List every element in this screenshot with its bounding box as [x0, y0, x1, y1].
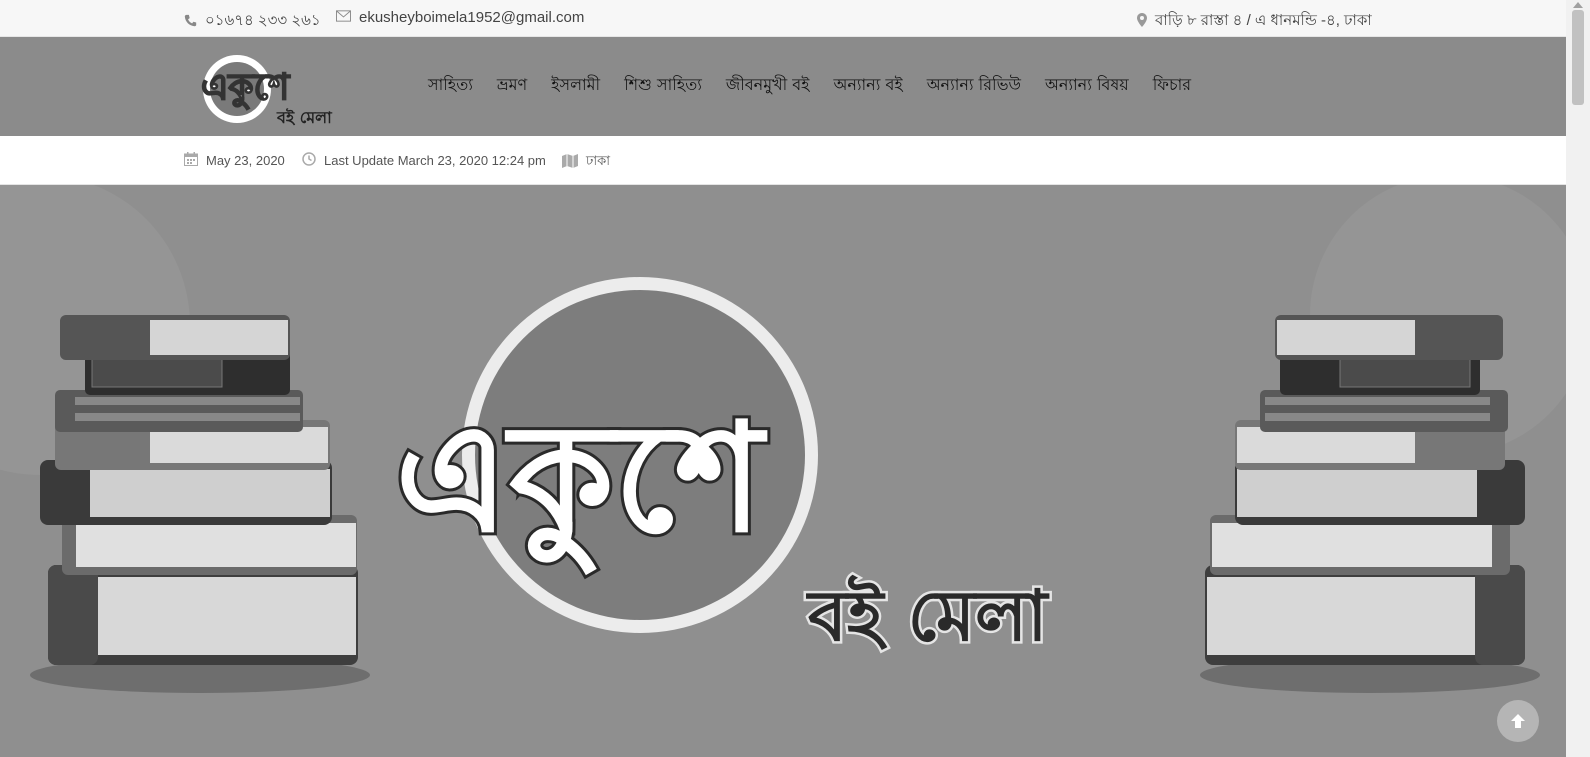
email-contact[interactable]: ekusheyboimela1952@gmail.com	[336, 9, 584, 26]
browser-scrollbar[interactable]	[1566, 0, 1590, 757]
arrow-up-icon	[1511, 714, 1525, 728]
menu-item-children-literature[interactable]: শিশু সাহিত্য	[624, 73, 702, 97]
last-update-text: Last Update March 23, 2020 12:24 pm	[324, 153, 546, 168]
menu-item-other-reviews[interactable]: অন্যান্য রিভিউ	[927, 73, 1021, 97]
menu-item-literature[interactable]: সাহিত্য	[428, 73, 473, 97]
menu-item-life-books[interactable]: জীবনমুখী বই	[726, 73, 810, 97]
hero-title-line2: বই মেলা	[806, 574, 1050, 657]
hero-logo: একুশে বই মেলা	[392, 277, 1053, 660]
envelope-icon	[336, 10, 351, 25]
location-text: ঢাকা	[586, 153, 610, 168]
site-logo[interactable]: একুশে বই মেলা	[195, 47, 365, 127]
last-update: Last Update March 23, 2020 12:24 pm	[302, 152, 546, 169]
address-contact: বাড়ি ৮ রাস্তা ৪ / এ ধানমন্ডি -৪, ঢাকা	[1137, 9, 1372, 34]
menu-item-other-topics[interactable]: অন্যান্য বিষয়	[1045, 73, 1129, 97]
email-address: ekusheyboimela1952@gmail.com	[359, 9, 585, 26]
date-text: May 23, 2020	[206, 153, 285, 168]
phone-icon	[184, 14, 197, 30]
logo-line2: বই মেলা	[276, 108, 333, 127]
clock-icon	[302, 152, 316, 169]
phone-number: ০১৬৭৪ ২৩৩ ২৬১	[205, 12, 321, 29]
logo-line1: একুশে	[201, 67, 291, 110]
menu-item-islamic[interactable]: ইসলামী	[551, 73, 600, 97]
scroll-up-arrow-icon[interactable]	[1573, 2, 1583, 8]
top-contact-bar: ০১৬৭৪ ২৩৩ ২৬১ ekusheyboimela1952@gmail.c…	[0, 0, 1566, 37]
post-meta-bar: May 23, 2020 Last Update March 23, 2020 …	[0, 136, 1566, 185]
main-menu: সাহিত্য ভ্রমণ ইসলামী শিশু সাহিত্য জীবনমু…	[428, 73, 1215, 97]
menu-item-other-books[interactable]: অন্যান্য বই	[833, 73, 902, 97]
menu-item-travel[interactable]: ভ্রমণ	[497, 73, 527, 97]
hero-title-line1: একুশে	[395, 392, 768, 576]
post-date: May 23, 2020	[184, 152, 285, 169]
phone-contact[interactable]: ০১৬৭৪ ২৩৩ ২৬১	[184, 9, 321, 34]
scroll-to-top-button[interactable]	[1497, 700, 1539, 742]
scrollbar-thumb[interactable]	[1572, 10, 1584, 105]
map-icon	[562, 154, 578, 171]
menu-item-feature[interactable]: ফিচার	[1153, 73, 1191, 97]
calendar-icon	[184, 152, 198, 169]
hero-banner: একুশে বই মেলা	[0, 185, 1566, 757]
post-location: ঢাকা	[562, 152, 610, 173]
site-header: একুশে বই মেলা সাহিত্য ভ্রমণ ইসলামী শিশু …	[0, 37, 1566, 136]
map-marker-icon	[1137, 13, 1147, 30]
address-text: বাড়ি ৮ রাস্তা ৪ / এ ধানমন্ডি -৪, ঢাকা	[1155, 12, 1372, 29]
